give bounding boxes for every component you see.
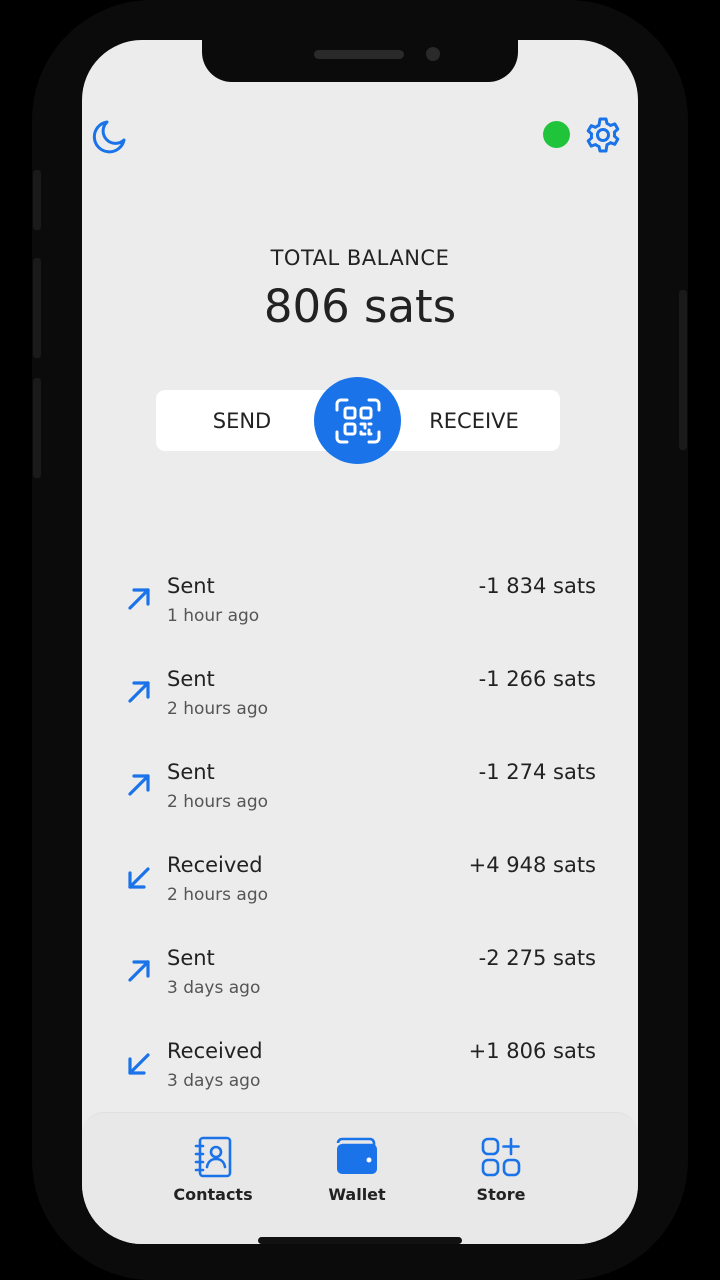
side-button xyxy=(33,378,41,478)
transaction-row[interactable]: Sent 2 hours ago -1 266 sats xyxy=(82,653,638,723)
received-arrow-icon xyxy=(128,1053,150,1075)
received-arrow-icon xyxy=(128,867,150,889)
transaction-type: Received xyxy=(167,1039,263,1063)
nav-contacts[interactable]: Contacts xyxy=(158,1135,268,1215)
transaction-time: 3 days ago xyxy=(167,1071,261,1091)
transaction-time: 3 days ago xyxy=(167,978,261,998)
camera xyxy=(426,47,440,61)
transaction-row[interactable]: Sent 1 hour ago -1 834 sats xyxy=(82,560,638,630)
nav-store[interactable]: Store xyxy=(446,1135,556,1215)
qr-scan-icon xyxy=(335,398,380,443)
transaction-amount: -1 274 sats xyxy=(478,760,596,784)
transaction-amount: +4 948 sats xyxy=(468,853,596,877)
gear-icon[interactable] xyxy=(584,116,622,154)
sent-arrow-icon xyxy=(128,774,150,796)
transaction-amount: -1 266 sats xyxy=(478,667,596,691)
transaction-row[interactable]: Sent 3 days ago -2 275 sats xyxy=(82,932,638,1002)
transaction-time: 1 hour ago xyxy=(167,606,260,626)
notch xyxy=(202,40,518,82)
contacts-book-icon xyxy=(194,1136,232,1178)
balance-label: TOTAL BALANCE xyxy=(270,246,450,270)
transaction-row[interactable]: Received 3 days ago +1 806 sats xyxy=(82,1025,638,1095)
sent-arrow-icon xyxy=(128,960,150,982)
transaction-amount: -2 275 sats xyxy=(478,946,596,970)
transaction-type: Sent xyxy=(167,574,215,598)
transaction-type: Sent xyxy=(167,946,215,970)
nav-wallet[interactable]: Wallet xyxy=(302,1135,412,1215)
nav-store-label: Store xyxy=(476,1185,526,1204)
send-button[interactable]: SEND xyxy=(156,390,328,451)
nav-wallet-label: Wallet xyxy=(328,1185,386,1204)
transaction-row[interactable]: Sent 2 hours ago -1 274 sats xyxy=(82,746,638,816)
balance-value: 806 sats xyxy=(263,280,457,333)
transaction-type: Sent xyxy=(167,760,215,784)
speaker xyxy=(314,50,404,59)
wallet-icon xyxy=(336,1137,377,1174)
receive-button[interactable]: RECEIVE xyxy=(388,390,560,451)
side-button xyxy=(679,290,687,450)
side-button xyxy=(33,170,41,230)
moon-icon[interactable] xyxy=(90,116,130,156)
nav-contacts-label: Contacts xyxy=(173,1185,253,1204)
transaction-amount: -1 834 sats xyxy=(478,574,596,598)
bottom-nav: Contacts Wallet Store xyxy=(82,1112,638,1244)
side-button xyxy=(33,258,41,358)
transaction-type: Sent xyxy=(167,667,215,691)
transaction-time: 2 hours ago xyxy=(167,699,269,719)
sent-arrow-icon xyxy=(128,588,150,610)
connection-status-indicator xyxy=(543,121,570,148)
scan-button[interactable] xyxy=(314,377,401,464)
sent-arrow-icon xyxy=(128,681,150,703)
transaction-type: Received xyxy=(167,853,263,877)
transaction-amount: +1 806 sats xyxy=(468,1039,596,1063)
home-indicator xyxy=(258,1237,462,1244)
apps-grid-icon xyxy=(481,1137,521,1177)
app-screen: TOTAL BALANCE 806 sats SEND RECEIVE Sent… xyxy=(82,40,638,1244)
transaction-time: 2 hours ago xyxy=(167,885,269,905)
transaction-time: 2 hours ago xyxy=(167,792,269,812)
transaction-row[interactable]: Received 2 hours ago +4 948 sats xyxy=(82,839,638,909)
